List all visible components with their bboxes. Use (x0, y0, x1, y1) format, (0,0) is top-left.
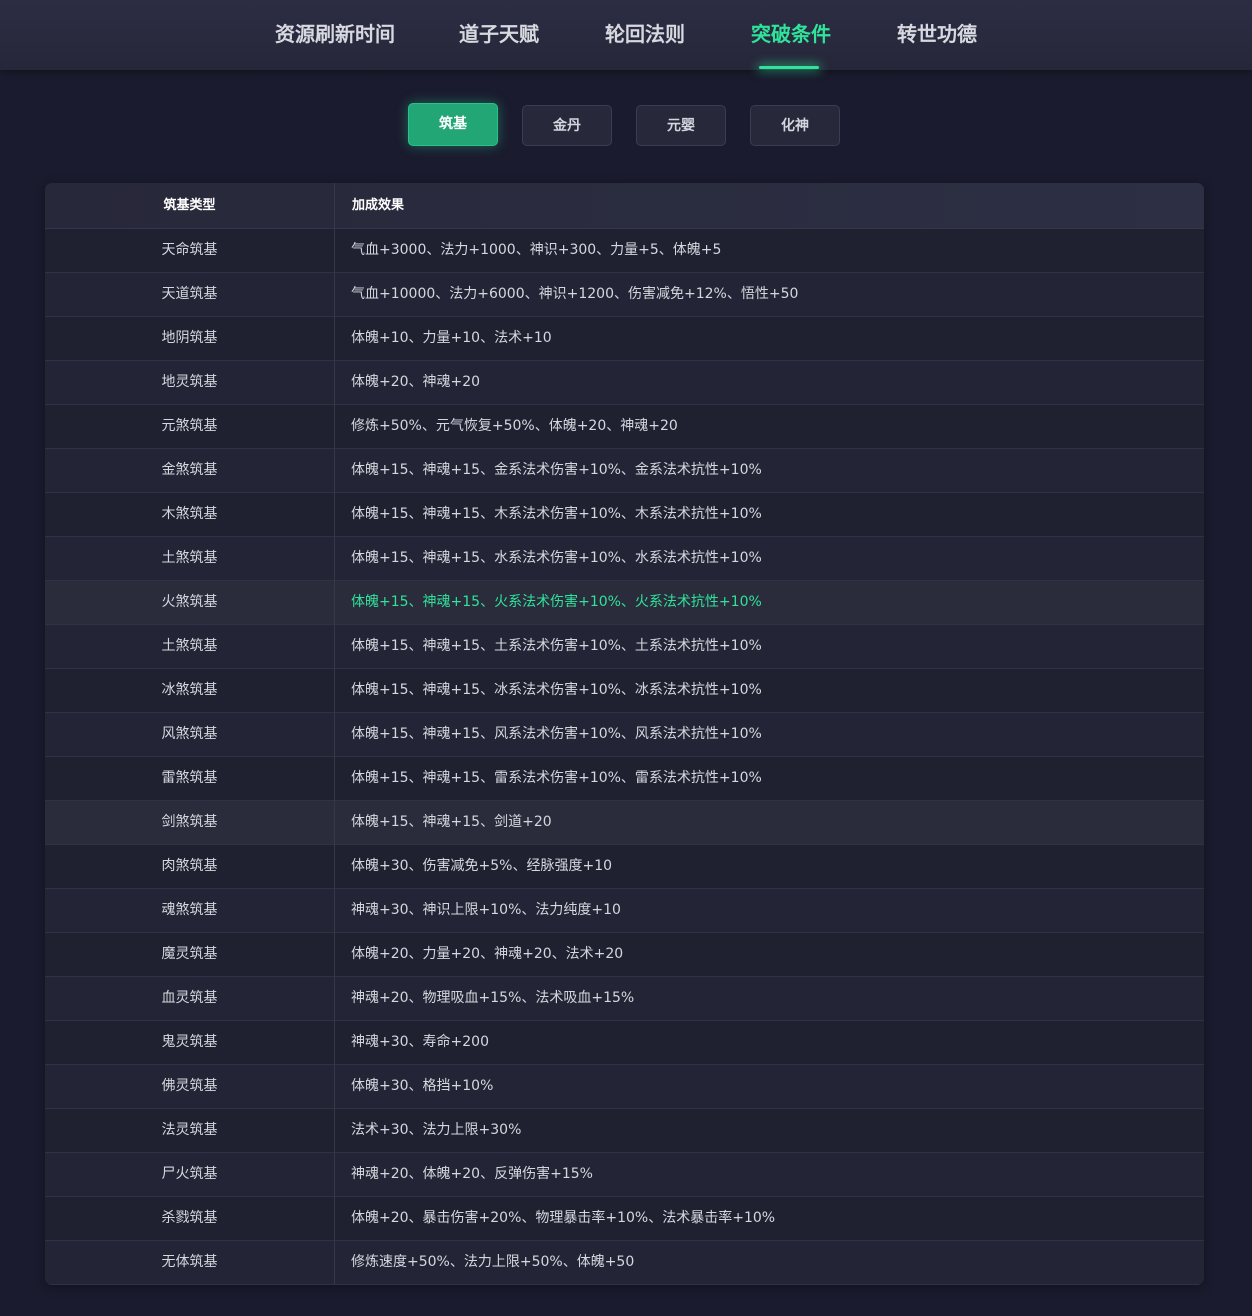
table-row: 魂煞筑基 神魂+30、神识上限+10%、法力纯度+10 (45, 889, 1204, 933)
table-row: 天道筑基 气血+10000、法力+6000、神识+1200、伤害减免+12%、悟性… (45, 273, 1204, 317)
table-row: 地灵筑基 体魄+20、神魂+20 (45, 361, 1204, 405)
cell-foundation-type: 土煞筑基 (161, 638, 218, 654)
table-row: 火煞筑基 体魄+15、神魂+15、火系法术伤害+10%、火系法术抗性+10% (45, 581, 1204, 625)
cell-bonus-effect: 体魄+15、神魂+15、土系法术伤害+10%、土系法术抗性+10% (351, 638, 762, 654)
table-row: 尸火筑基 神魂+20、体魄+20、反弹伤害+15% (45, 1153, 1204, 1197)
cell-foundation-type: 火煞筑基 (161, 594, 218, 610)
cell-foundation-type: 天道筑基 (161, 286, 218, 302)
table-row: 血灵筑基 神魂+20、物理吸血+15%、法术吸血+15% (45, 977, 1204, 1021)
cell-foundation-type: 杀戮筑基 (161, 1210, 218, 1226)
table-row: 无体筑基 修炼速度+50%、法力上限+50%、体魄+50 (45, 1241, 1204, 1285)
cell-foundation-type: 魔灵筑基 (161, 946, 218, 962)
cell-foundation-type: 土煞筑基 (161, 550, 218, 566)
cell-foundation-type: 佛灵筑基 (161, 1078, 218, 1094)
table-row: 土煞筑基 体魄+15、神魂+15、水系法术伤害+10%、水系法术抗性+10% (45, 537, 1204, 581)
column-header-effect: 加成效果 (352, 198, 405, 213)
table-row: 法灵筑基 法术+30、法力上限+30% (45, 1109, 1204, 1153)
subtab-huashen[interactable]: 化神 (750, 105, 840, 146)
table-row: 风煞筑基 体魄+15、神魂+15、风系法术伤害+10%、风系法术抗性+10% (45, 713, 1204, 757)
subtab-jindan[interactable]: 金丹 (522, 105, 612, 146)
cell-foundation-type: 无体筑基 (161, 1254, 218, 1270)
cell-bonus-effect: 体魄+15、神魂+15、雷系法术伤害+10%、雷系法术抗性+10% (351, 770, 762, 786)
cell-foundation-type: 鬼灵筑基 (161, 1034, 218, 1050)
cell-bonus-effect: 体魄+15、神魂+15、木系法术伤害+10%、木系法术抗性+10% (351, 506, 762, 522)
table-row: 元煞筑基 修炼+50%、元气恢复+50%、体魄+20、神魂+20 (45, 405, 1204, 449)
cell-bonus-effect: 体魄+15、神魂+15、金系法术伤害+10%、金系法术抗性+10% (351, 462, 762, 478)
cell-foundation-type: 尸火筑基 (161, 1166, 218, 1182)
cell-foundation-type: 剑煞筑基 (161, 814, 218, 830)
cell-foundation-type: 金煞筑基 (161, 462, 218, 478)
cell-bonus-effect: 体魄+20、暴击伤害+20%、物理暴击率+10%、法术暴击率+10% (351, 1210, 776, 1226)
subtab-yuanying[interactable]: 元婴 (636, 105, 726, 146)
subtab-zhuji[interactable]: 筑基 (408, 103, 498, 146)
nav-tab-resource-refresh[interactable]: 资源刷新时间 (275, 0, 395, 70)
nav-tab-reincarnation-law[interactable]: 轮回法则 (605, 0, 685, 70)
column-divider (334, 183, 335, 1285)
cell-bonus-effect: 体魄+15、神魂+15、风系法术伤害+10%、风系法术抗性+10% (351, 726, 762, 742)
cell-foundation-type: 地阴筑基 (161, 330, 218, 346)
active-tab-indicator (759, 66, 819, 69)
cell-bonus-effect: 气血+3000、法力+1000、神识+300、力量+5、体魄+5 (351, 242, 722, 258)
column-header-type: 筑基类型 (163, 198, 216, 213)
cell-foundation-type: 风煞筑基 (161, 726, 218, 742)
table-row: 鬼灵筑基 神魂+30、寿命+200 (45, 1021, 1204, 1065)
table-row: 天命筑基 气血+3000、法力+1000、神识+300、力量+5、体魄+5 (45, 229, 1204, 273)
table-row: 雷煞筑基 体魄+15、神魂+15、雷系法术伤害+10%、雷系法术抗性+10% (45, 757, 1204, 801)
table-row: 金煞筑基 体魄+15、神魂+15、金系法术伤害+10%、金系法术抗性+10% (45, 449, 1204, 493)
cell-bonus-effect: 体魄+10、力量+10、法术+10 (351, 330, 552, 346)
nav-tab-rebirth-merit[interactable]: 转世功德 (897, 0, 977, 70)
table-row: 土煞筑基 体魄+15、神魂+15、土系法术伤害+10%、土系法术抗性+10% (45, 625, 1204, 669)
cell-bonus-effect: 体魄+15、神魂+15、水系法术伤害+10%、水系法术抗性+10% (351, 550, 762, 566)
cell-bonus-effect: 神魂+20、体魄+20、反弹伤害+15% (351, 1166, 593, 1182)
cell-bonus-effect: 神魂+30、神识上限+10%、法力纯度+10 (351, 902, 621, 918)
cell-bonus-effect: 神魂+30、寿命+200 (351, 1034, 489, 1050)
cell-bonus-effect: 体魄+15、神魂+15、火系法术伤害+10%、火系法术抗性+10% (351, 594, 762, 610)
table-row: 杀戮筑基 体魄+20、暴击伤害+20%、物理暴击率+10%、法术暴击率+10% (45, 1197, 1204, 1241)
top-navigation-bar: 资源刷新时间 道子天赋 轮回法则 突破条件 转世功德 (0, 0, 1252, 70)
cell-bonus-effect: 体魄+30、伤害减免+5%、经脉强度+10 (351, 858, 613, 874)
cell-bonus-effect: 气血+10000、法力+6000、神识+1200、伤害减免+12%、悟性+50 (351, 286, 799, 302)
cell-bonus-effect: 体魄+20、力量+20、神魂+20、法术+20 (351, 946, 624, 962)
cell-bonus-effect: 体魄+30、格挡+10% (351, 1078, 494, 1094)
cell-foundation-type: 血灵筑基 (161, 990, 218, 1006)
nav-tab-breakthrough-conditions[interactable]: 突破条件 (751, 0, 831, 70)
table-header: 筑基类型 加成效果 (45, 183, 1204, 229)
cell-foundation-type: 肉煞筑基 (161, 858, 218, 874)
table-row: 冰煞筑基 体魄+15、神魂+15、冰系法术伤害+10%、冰系法术抗性+10% (45, 669, 1204, 713)
table-row: 肉煞筑基 体魄+30、伤害减免+5%、经脉强度+10 (45, 845, 1204, 889)
cell-foundation-type: 魂煞筑基 (161, 902, 218, 918)
cell-bonus-effect: 修炼速度+50%、法力上限+50%、体魄+50 (351, 1254, 635, 1270)
cell-bonus-effect: 体魄+15、神魂+15、冰系法术伤害+10%、冰系法术抗性+10% (351, 682, 762, 698)
cell-foundation-type: 法灵筑基 (161, 1122, 218, 1138)
cell-bonus-effect: 神魂+20、物理吸血+15%、法术吸血+15% (351, 990, 635, 1006)
cell-foundation-type: 地灵筑基 (161, 374, 218, 390)
cell-bonus-effect: 法术+30、法力上限+30% (351, 1122, 522, 1138)
cell-bonus-effect: 体魄+15、神魂+15、剑道+20 (351, 814, 552, 830)
nav-tab-daozi-talent[interactable]: 道子天赋 (459, 0, 539, 70)
cell-bonus-effect: 修炼+50%、元气恢复+50%、体魄+20、神魂+20 (351, 418, 678, 434)
breakthrough-table: 筑基类型 加成效果 天命筑基 气血+3000、法力+1000、神识+300、力量+… (45, 183, 1204, 1285)
table-row: 魔灵筑基 体魄+20、力量+20、神魂+20、法术+20 (45, 933, 1204, 977)
table-row: 地阴筑基 体魄+10、力量+10、法术+10 (45, 317, 1204, 361)
cell-foundation-type: 雷煞筑基 (161, 770, 218, 786)
table-row: 剑煞筑基 体魄+15、神魂+15、剑道+20 (45, 801, 1204, 845)
cell-bonus-effect: 体魄+20、神魂+20 (351, 374, 481, 390)
table-row: 木煞筑基 体魄+15、神魂+15、木系法术伤害+10%、木系法术抗性+10% (45, 493, 1204, 537)
cell-foundation-type: 元煞筑基 (161, 418, 218, 434)
cell-foundation-type: 冰煞筑基 (161, 682, 218, 698)
cell-foundation-type: 天命筑基 (161, 242, 218, 258)
table-row: 佛灵筑基 体魄+30、格挡+10% (45, 1065, 1204, 1109)
cell-foundation-type: 木煞筑基 (161, 506, 218, 522)
